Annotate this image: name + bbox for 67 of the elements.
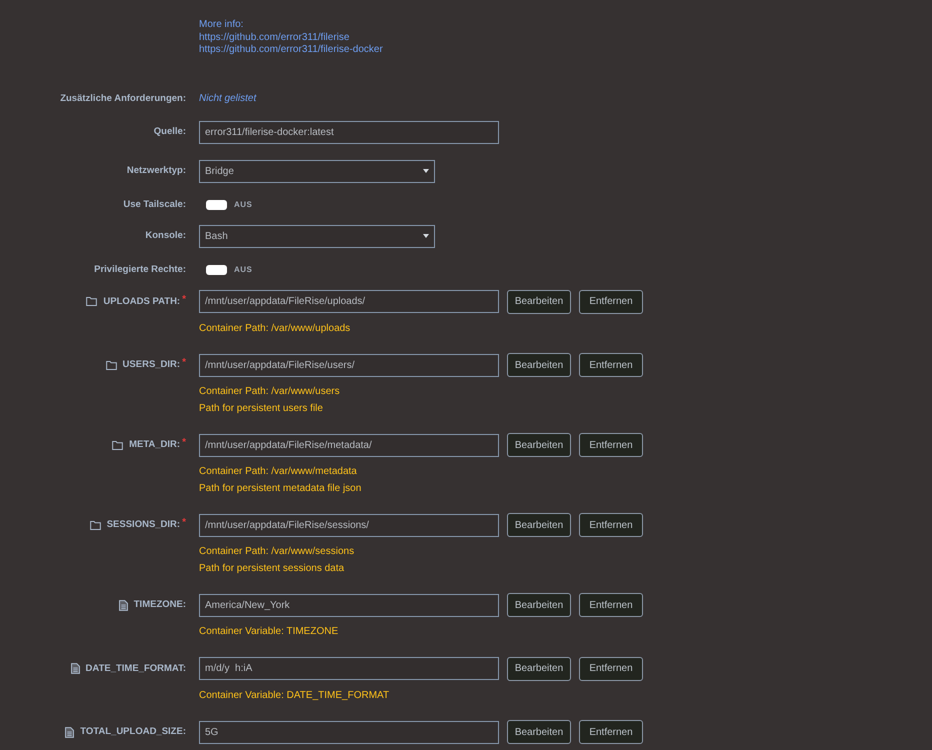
edit-button[interactable]: Bearbeiten xyxy=(507,656,571,680)
dropdown[interactable]: Bridge xyxy=(199,160,435,182)
field-label: Konsole: xyxy=(144,230,186,242)
path-field[interactable]: /mnt/user/appdata/FileRise/uploads/ xyxy=(199,290,499,313)
field-label: Zusätzliche Anforderungen: xyxy=(59,92,186,104)
caret-icon xyxy=(423,234,429,238)
value-field[interactable]: m/d/y h:iA xyxy=(199,657,499,680)
toggle-state: AUS xyxy=(234,264,252,274)
edit-button[interactable]: Bearbeiten xyxy=(507,290,571,314)
hint-text: Path for persistent metadata file json xyxy=(199,482,362,496)
folder-icon xyxy=(106,360,117,370)
folder-icon xyxy=(90,520,101,530)
field-label: Privilegierte Rechte: xyxy=(93,264,186,276)
hint-text: Container Variable: TIMEZONE xyxy=(199,625,338,639)
edit-button[interactable]: Bearbeiten xyxy=(507,353,571,377)
requirements-text: Nicht gelistet xyxy=(199,92,256,104)
toggle-switch[interactable] xyxy=(206,200,227,210)
remove-button[interactable]: Entfernen xyxy=(579,433,643,457)
field-label: SESSIONS_DIR: xyxy=(106,519,180,531)
remove-button[interactable]: Entfernen xyxy=(579,593,643,617)
folder-icon xyxy=(112,440,124,450)
field-label: Netzwerktyp: xyxy=(126,165,186,177)
field-label: USERS_DIR: xyxy=(122,359,180,371)
path-field[interactable]: /mnt/user/appdata/FileRise/users/ xyxy=(199,354,499,376)
value-field[interactable]: America/New_York xyxy=(199,594,499,616)
caret-icon xyxy=(423,169,429,173)
field-label: META_DIR: xyxy=(129,439,180,451)
link[interactable]: https://github.com/error311/filerise-docker xyxy=(199,44,383,56)
field-label: TIMEZONE: xyxy=(134,599,186,611)
required-mark: * xyxy=(182,519,186,527)
link[interactable]: https://github.com/error311/filerise xyxy=(199,32,350,44)
document-icon xyxy=(118,600,128,610)
info-heading: More info: xyxy=(199,19,244,32)
field-label: Use Tailscale: xyxy=(122,198,186,210)
hint-text: Path for persistent users file xyxy=(199,402,323,416)
remove-button[interactable]: Entfernen xyxy=(579,656,643,680)
hint-text: Container Path: /var/www/metadata xyxy=(199,465,357,479)
hint-text: Container Path: /var/www/uploads xyxy=(199,322,350,336)
remove-button[interactable]: Entfernen xyxy=(579,353,643,377)
edit-button[interactable]: Bearbeiten xyxy=(507,720,571,744)
value-field[interactable]: 5G xyxy=(199,720,499,744)
toggle-state: AUS xyxy=(234,200,252,210)
required-mark: * xyxy=(182,359,186,367)
edit-button[interactable]: Bearbeiten xyxy=(507,513,571,537)
remove-button[interactable]: Entfernen xyxy=(579,720,643,744)
required-mark: * xyxy=(182,439,186,447)
edit-button[interactable]: Bearbeiten xyxy=(507,433,571,457)
field-label: Quelle: xyxy=(152,126,186,138)
dropdown[interactable]: Bash xyxy=(199,224,435,248)
hint-text: Path for persistent sessions data xyxy=(199,562,344,576)
field-label: DATE_TIME_FORMAT: xyxy=(86,662,186,674)
field-label: UPLOADS PATH: xyxy=(103,296,180,308)
text-field[interactable]: error311/filerise-docker:latest xyxy=(199,120,499,144)
field-label: TOTAL_UPLOAD_SIZE: xyxy=(80,726,186,738)
document-icon xyxy=(65,726,74,738)
hint-text: Container Variable: DATE_TIME_FORMAT xyxy=(199,688,390,702)
path-field[interactable]: /mnt/user/appdata/FileRise/metadata/ xyxy=(199,434,499,456)
edit-button[interactable]: Bearbeiten xyxy=(507,593,571,617)
hint-text: Container Path: /var/www/sessions xyxy=(199,545,354,559)
path-field[interactable]: /mnt/user/appdata/FileRise/sessions/ xyxy=(199,514,499,536)
folder-icon xyxy=(86,297,98,306)
remove-button[interactable]: Entfernen xyxy=(579,290,643,314)
hint-text: Container Path: /var/www/users xyxy=(199,385,340,399)
toggle-switch[interactable] xyxy=(206,264,227,274)
document-icon xyxy=(70,663,80,674)
remove-button[interactable]: Entfernen xyxy=(579,513,643,537)
required-mark: * xyxy=(182,296,186,304)
